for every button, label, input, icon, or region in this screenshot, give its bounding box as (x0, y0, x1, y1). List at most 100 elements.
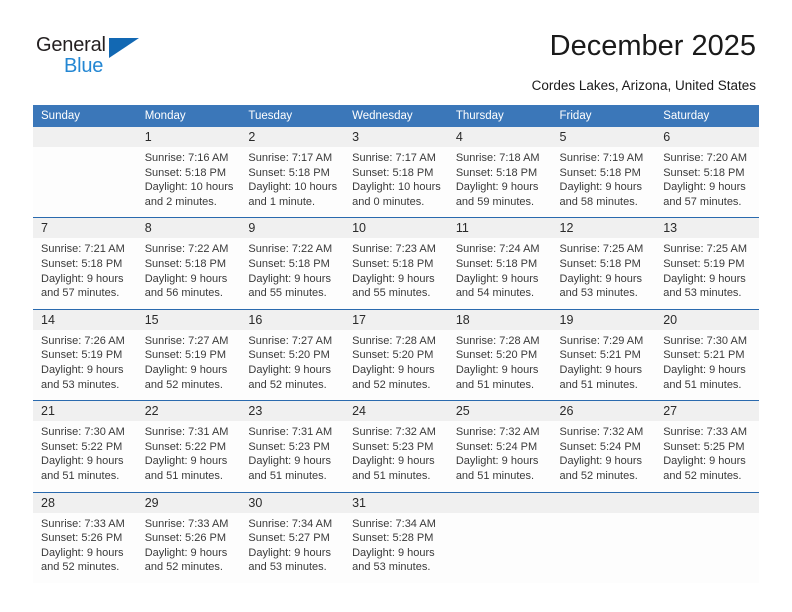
week-detail-row: Sunrise: 7:21 AM Sunset: 5:18 PM Dayligh… (33, 238, 759, 310)
sunrise-text: Sunrise: 7:31 AM (248, 426, 333, 439)
sunset-text: Sunset: 5:26 PM (144, 532, 227, 545)
day-cell: Sunrise: 7:30 AM Sunset: 5:21 PM Dayligh… (655, 329, 759, 401)
sunset-text: Sunset: 5:18 PM (663, 166, 745, 179)
logo-text-general: General (36, 34, 106, 56)
sunset-text: Sunset: 5:26 PM (41, 532, 123, 545)
daylight-text: Daylight: 9 hours and 52 minutes. (144, 363, 228, 391)
day-number: 15 (136, 308, 241, 330)
sunset-text: Sunset: 5:18 PM (559, 257, 641, 270)
day-cell: Sunrise: 7:31 AM Sunset: 5:22 PM Dayligh… (136, 421, 241, 492)
sunset-text: Sunset: 5:20 PM (352, 349, 434, 362)
week-number-row: 1 2 3 4 5 6 (33, 127, 759, 147)
day-number: 13 (655, 217, 759, 239)
daylight-text: Daylight: 9 hours and 51 minutes. (559, 363, 643, 391)
day-cell: Sunrise: 7:17 AM Sunset: 5:18 PM Dayligh… (240, 147, 345, 218)
day-number: 9 (240, 217, 345, 239)
day-cell: Sunrise: 7:33 AM Sunset: 5:26 PM Dayligh… (136, 512, 241, 583)
day-cell: Sunrise: 7:27 AM Sunset: 5:20 PM Dayligh… (240, 329, 345, 401)
sunset-text: Sunset: 5:20 PM (248, 349, 330, 362)
day-cell: Sunrise: 7:22 AM Sunset: 5:18 PM Dayligh… (240, 238, 345, 310)
daylight-text: Daylight: 9 hours and 52 minutes. (248, 363, 331, 391)
day-number: 14 (33, 308, 137, 330)
calendar-grid: Sunday Monday Tuesday Wednesday Thursday… (33, 105, 759, 583)
day-number: 20 (655, 308, 759, 330)
weekday-header-wednesday: Wednesday (344, 105, 448, 127)
day-number: 27 (655, 400, 759, 422)
daylight-text: Daylight: 9 hours and 59 minutes. (455, 181, 539, 208)
day-number: 16 (240, 308, 345, 330)
day-number: 31 (344, 491, 448, 513)
sunrise-text: Sunrise: 7:33 AM (144, 517, 229, 530)
sunset-text: Sunset: 5:19 PM (41, 349, 123, 362)
day-number: 1 (136, 127, 241, 147)
day-cell: Sunrise: 7:32 AM Sunset: 5:24 PM Dayligh… (551, 421, 656, 492)
daylight-text: Daylight: 9 hours and 54 minutes. (455, 272, 539, 300)
sunset-text: Sunset: 5:24 PM (455, 440, 538, 453)
daylight-text: Daylight: 9 hours and 51 minutes. (248, 455, 331, 482)
sunrise-text: Sunrise: 7:25 AM (663, 243, 747, 256)
daylight-text: Daylight: 9 hours and 57 minutes. (41, 272, 124, 300)
sunset-text: Sunset: 5:19 PM (663, 257, 745, 270)
sunset-text: Sunset: 5:28 PM (352, 532, 434, 545)
sunset-text: Sunset: 5:18 PM (248, 257, 330, 270)
sunset-text: Sunset: 5:22 PM (144, 440, 227, 453)
day-cell: Sunrise: 7:33 AM Sunset: 5:26 PM Dayligh… (33, 512, 137, 583)
calendar-page: General Blue December 2025 Cordes Lakes,… (0, 0, 792, 612)
daylight-text: Daylight: 9 hours and 57 minutes. (663, 181, 746, 208)
daylight-text: Daylight: 9 hours and 52 minutes. (663, 455, 746, 482)
day-cell: Sunrise: 7:32 AM Sunset: 5:24 PM Dayligh… (447, 421, 552, 492)
daylight-text: Daylight: 9 hours and 51 minutes. (455, 455, 539, 482)
sunrise-text: Sunrise: 7:25 AM (559, 243, 644, 256)
day-number: 21 (33, 400, 137, 422)
sunrise-text: Sunrise: 7:16 AM (144, 152, 229, 164)
day-number: 8 (136, 217, 241, 239)
weekday-header-saturday: Saturday (655, 105, 759, 127)
sunset-text: Sunset: 5:23 PM (248, 440, 330, 453)
day-number: 6 (655, 127, 759, 147)
day-cell: Sunrise: 7:26 AM Sunset: 5:19 PM Dayligh… (33, 329, 137, 401)
daylight-text: Daylight: 9 hours and 52 minutes. (144, 546, 228, 574)
week-detail-row: Sunrise: 7:26 AM Sunset: 5:19 PM Dayligh… (33, 329, 759, 401)
daylight-text: Daylight: 10 hours and 2 minutes. (144, 181, 234, 208)
daylight-text: Daylight: 9 hours and 52 minutes. (559, 455, 643, 482)
daylight-text: Daylight: 9 hours and 55 minutes. (352, 272, 435, 300)
weekday-header-tuesday: Tuesday (240, 105, 345, 127)
day-number: 23 (240, 400, 345, 422)
day-cell: Sunrise: 7:27 AM Sunset: 5:19 PM Dayligh… (136, 329, 241, 401)
day-cell (447, 512, 552, 583)
sunset-text: Sunset: 5:23 PM (352, 440, 434, 453)
sunrise-text: Sunrise: 7:23 AM (352, 243, 436, 256)
day-cell: Sunrise: 7:19 AM Sunset: 5:18 PM Dayligh… (551, 147, 656, 218)
day-cell: Sunrise: 7:30 AM Sunset: 5:22 PM Dayligh… (33, 421, 137, 492)
day-number: 26 (551, 400, 656, 422)
sunset-text: Sunset: 5:18 PM (352, 257, 434, 270)
sunset-text: Sunset: 5:18 PM (41, 257, 123, 270)
calendar-header-row: Sunday Monday Tuesday Wednesday Thursday… (33, 105, 759, 127)
sunset-text: Sunset: 5:19 PM (144, 349, 227, 362)
day-cell: Sunrise: 7:16 AM Sunset: 5:18 PM Dayligh… (136, 147, 241, 218)
sunset-text: Sunset: 5:18 PM (248, 166, 330, 179)
sunrise-text: Sunrise: 7:33 AM (41, 517, 125, 530)
page-header: General Blue December 2025 Cordes Lakes,… (0, 0, 792, 100)
day-number: 22 (136, 400, 241, 422)
sunset-text: Sunset: 5:27 PM (248, 532, 330, 545)
sunrise-text: Sunrise: 7:30 AM (663, 334, 747, 347)
page-title: December 2025 (549, 30, 756, 62)
daylight-text: Daylight: 10 hours and 0 minutes. (352, 181, 441, 208)
general-blue-logo: General Blue (36, 34, 156, 86)
sunset-text: Sunset: 5:18 PM (352, 166, 434, 179)
weekday-header-thursday: Thursday (447, 105, 552, 127)
week-detail-row: Sunrise: 7:30 AM Sunset: 5:22 PM Dayligh… (33, 421, 759, 492)
sunrise-text: Sunrise: 7:34 AM (352, 517, 436, 530)
day-number (551, 491, 656, 513)
daylight-text: Daylight: 9 hours and 53 minutes. (41, 363, 124, 391)
daylight-text: Daylight: 9 hours and 56 minutes. (144, 272, 228, 300)
weekday-header-monday: Monday (136, 105, 241, 127)
day-number (447, 491, 552, 513)
weekday-header-friday: Friday (551, 105, 656, 127)
day-number: 19 (551, 308, 656, 330)
sunrise-text: Sunrise: 7:21 AM (41, 243, 125, 256)
daylight-text: Daylight: 9 hours and 52 minutes. (41, 546, 124, 574)
day-cell: Sunrise: 7:33 AM Sunset: 5:25 PM Dayligh… (655, 421, 759, 492)
day-cell: Sunrise: 7:28 AM Sunset: 5:20 PM Dayligh… (447, 329, 552, 401)
